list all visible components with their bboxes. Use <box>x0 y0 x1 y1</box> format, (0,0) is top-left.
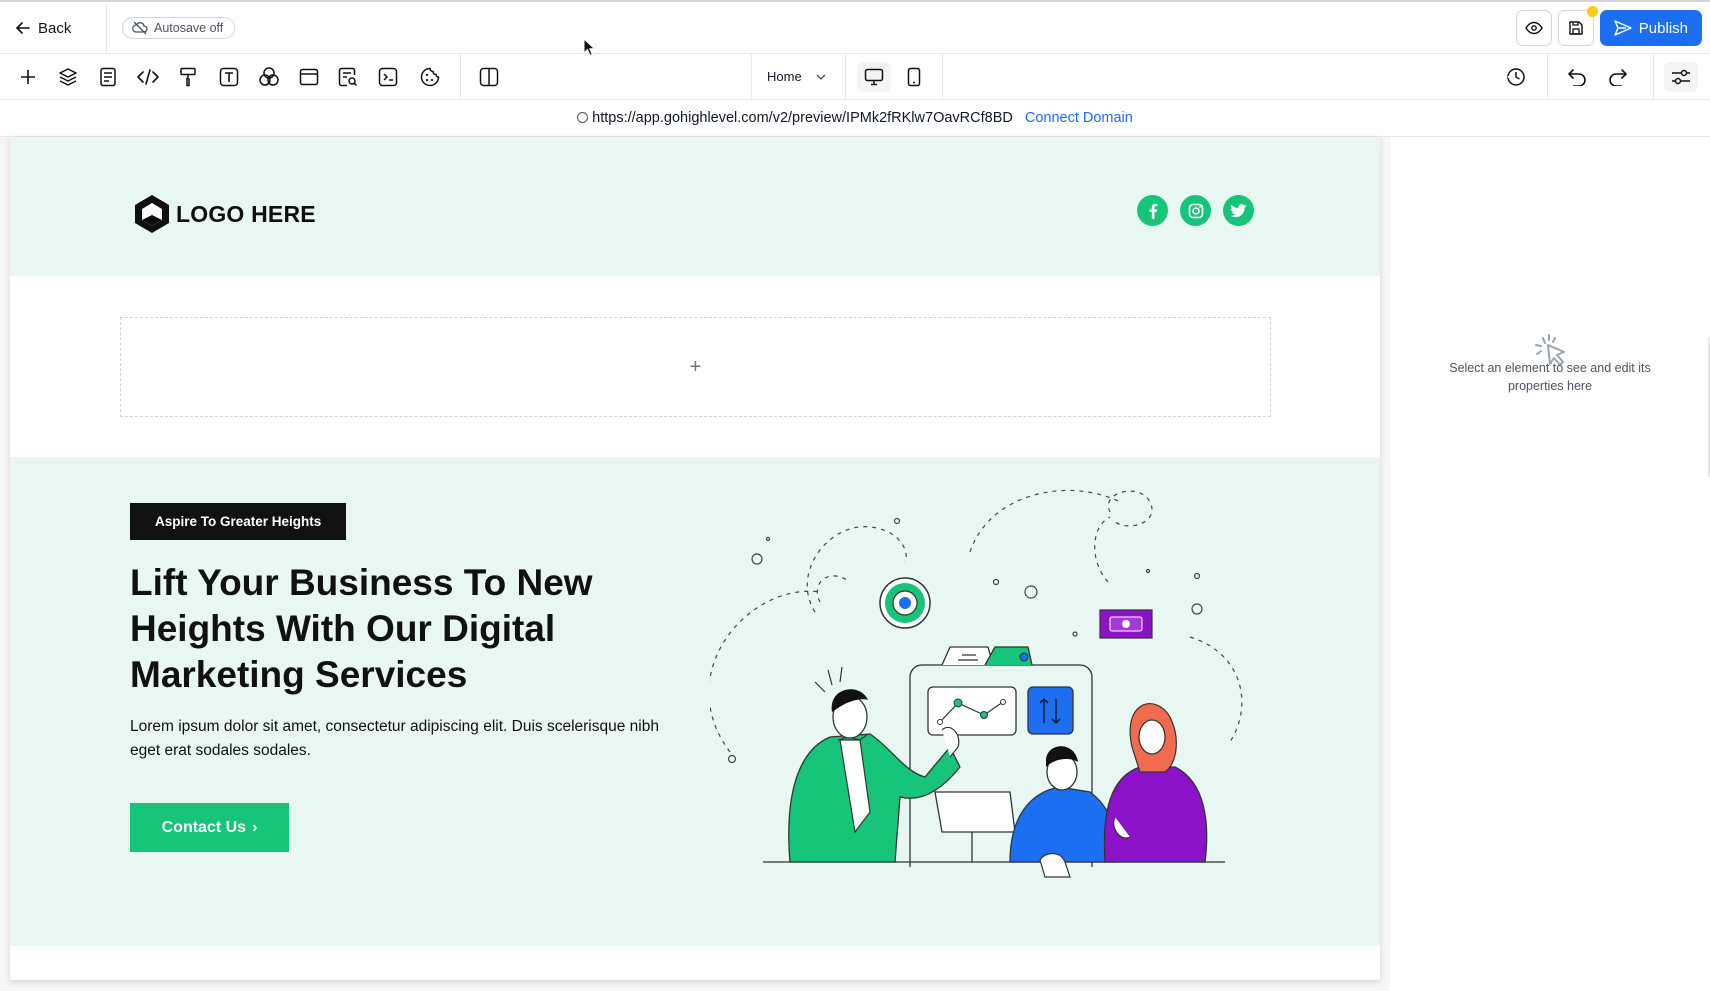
facebook-icon <box>1149 203 1157 219</box>
logo[interactable]: LOGO HERE <box>132 193 316 235</box>
page-icon <box>100 67 116 87</box>
smartphone-icon <box>907 67 921 87</box>
unsaved-badge <box>1586 6 1598 17</box>
layers-button[interactable] <box>56 65 80 89</box>
divider <box>942 54 943 100</box>
eye-icon <box>1524 21 1543 35</box>
text-icon <box>219 67 239 87</box>
top-bar: Back Autosave off Publish <box>0 0 1710 54</box>
undo-icon <box>1568 69 1586 86</box>
publish-button[interactable]: Publish <box>1599 10 1702 46</box>
logo-text: LOGO HERE <box>176 200 316 227</box>
shapes-icon <box>259 67 279 86</box>
social-links <box>1137 195 1254 226</box>
cookie-icon <box>420 67 440 87</box>
mobile-view-button[interactable] <box>897 62 931 92</box>
divider <box>460 54 461 100</box>
layers-icon <box>59 68 77 86</box>
hero-section[interactable]: Aspire To Greater Heights Lift Your Busi… <box>10 457 1380 946</box>
back-label: Back <box>38 19 72 37</box>
connect-domain-link[interactable]: Connect Domain <box>1025 110 1133 126</box>
properties-panel: Select an element to see and edit its pr… <box>1390 137 1710 991</box>
pages-button[interactable] <box>96 65 120 89</box>
page-select-value: Home <box>767 69 802 84</box>
divider <box>1653 54 1654 100</box>
cookie-consent-button[interactable] <box>418 65 442 89</box>
settings-panel-button[interactable] <box>1664 62 1698 92</box>
preview-button[interactable] <box>1515 10 1552 46</box>
mouse-pointer-icon <box>583 38 596 57</box>
sliders-icon <box>1672 69 1690 85</box>
paint-roller-icon <box>180 67 196 87</box>
page-preview: LOGO HERE + Aspire To Greater Heights Li… <box>10 137 1380 980</box>
history-icon <box>1507 68 1525 86</box>
preview-url-text: https://app.gohighlevel.com/v2/preview/I… <box>592 110 1013 126</box>
browser-icon <box>299 68 319 86</box>
divider <box>845 54 846 100</box>
typography-button[interactable] <box>217 65 241 89</box>
hexagon-logo-icon <box>135 195 169 233</box>
history-button[interactable] <box>1504 65 1528 89</box>
instagram-link[interactable] <box>1180 195 1211 226</box>
autosave-toggle[interactable]: Autosave off <box>122 17 236 39</box>
twitter-link[interactable] <box>1223 195 1254 226</box>
circle-icon <box>577 112 589 123</box>
contact-us-label: Contact Us <box>161 818 247 836</box>
divider <box>106 4 107 54</box>
editor-toolbar: Home <box>0 54 1710 100</box>
styles-button[interactable] <box>176 65 200 89</box>
save-icon <box>1569 21 1583 35</box>
header-section[interactable]: LOGO HERE <box>10 137 1380 276</box>
tracking-code-button[interactable] <box>376 65 400 89</box>
redo-icon <box>1609 69 1627 86</box>
cloud-off-icon <box>132 21 148 35</box>
instagram-icon <box>1188 203 1203 218</box>
custom-code-button[interactable] <box>136 65 160 89</box>
arrow-left-icon <box>16 22 30 34</box>
chevron-down-icon <box>816 74 826 80</box>
hero-title[interactable]: Lift Your Business To New Heights With O… <box>130 560 630 698</box>
save-button[interactable] <box>1557 6 1598 46</box>
contact-us-button[interactable]: Contact Us › <box>130 803 289 852</box>
colors-button[interactable] <box>257 65 281 89</box>
plus-icon <box>21 70 35 84</box>
divider <box>1547 54 1548 100</box>
form-search-icon <box>338 67 358 87</box>
hero-illustration[interactable] <box>710 472 1280 932</box>
chevron-right-icon: › <box>252 818 258 836</box>
properties-empty-text: Select an element to see and edit its pr… <box>1449 361 1651 393</box>
hero-text[interactable]: Lorem ipsum dolor sit amet, consectetur … <box>130 715 670 763</box>
code-icon <box>137 69 159 85</box>
add-row-dropzone[interactable]: + <box>120 317 1271 417</box>
publish-label: Publish <box>1638 19 1688 37</box>
sections-button[interactable] <box>297 65 321 89</box>
split-view-button[interactable] <box>477 65 501 89</box>
divider <box>751 54 752 100</box>
monitor-icon <box>864 68 884 86</box>
facebook-link[interactable] <box>1137 195 1168 226</box>
redo-button[interactable] <box>1606 65 1630 89</box>
hero-tag[interactable]: Aspire To Greater Heights <box>130 503 347 540</box>
page-select[interactable]: Home <box>767 69 826 84</box>
preview-url[interactable]: https://app.gohighlevel.com/v2/preview/I… <box>577 110 1013 126</box>
send-icon <box>1614 20 1632 36</box>
seo-button[interactable] <box>336 65 360 89</box>
add-row-plus: + <box>689 355 702 378</box>
preview-url-bar: https://app.gohighlevel.com/v2/preview/I… <box>0 100 1710 137</box>
back-button[interactable]: Back <box>16 16 71 40</box>
add-element-button[interactable] <box>16 65 40 89</box>
terminal-icon <box>378 67 398 87</box>
autosave-label: Autosave off <box>154 21 224 35</box>
twitter-icon <box>1230 203 1247 217</box>
split-view-icon <box>479 67 499 87</box>
desktop-view-button[interactable] <box>857 62 891 92</box>
undo-button[interactable] <box>1565 65 1589 89</box>
